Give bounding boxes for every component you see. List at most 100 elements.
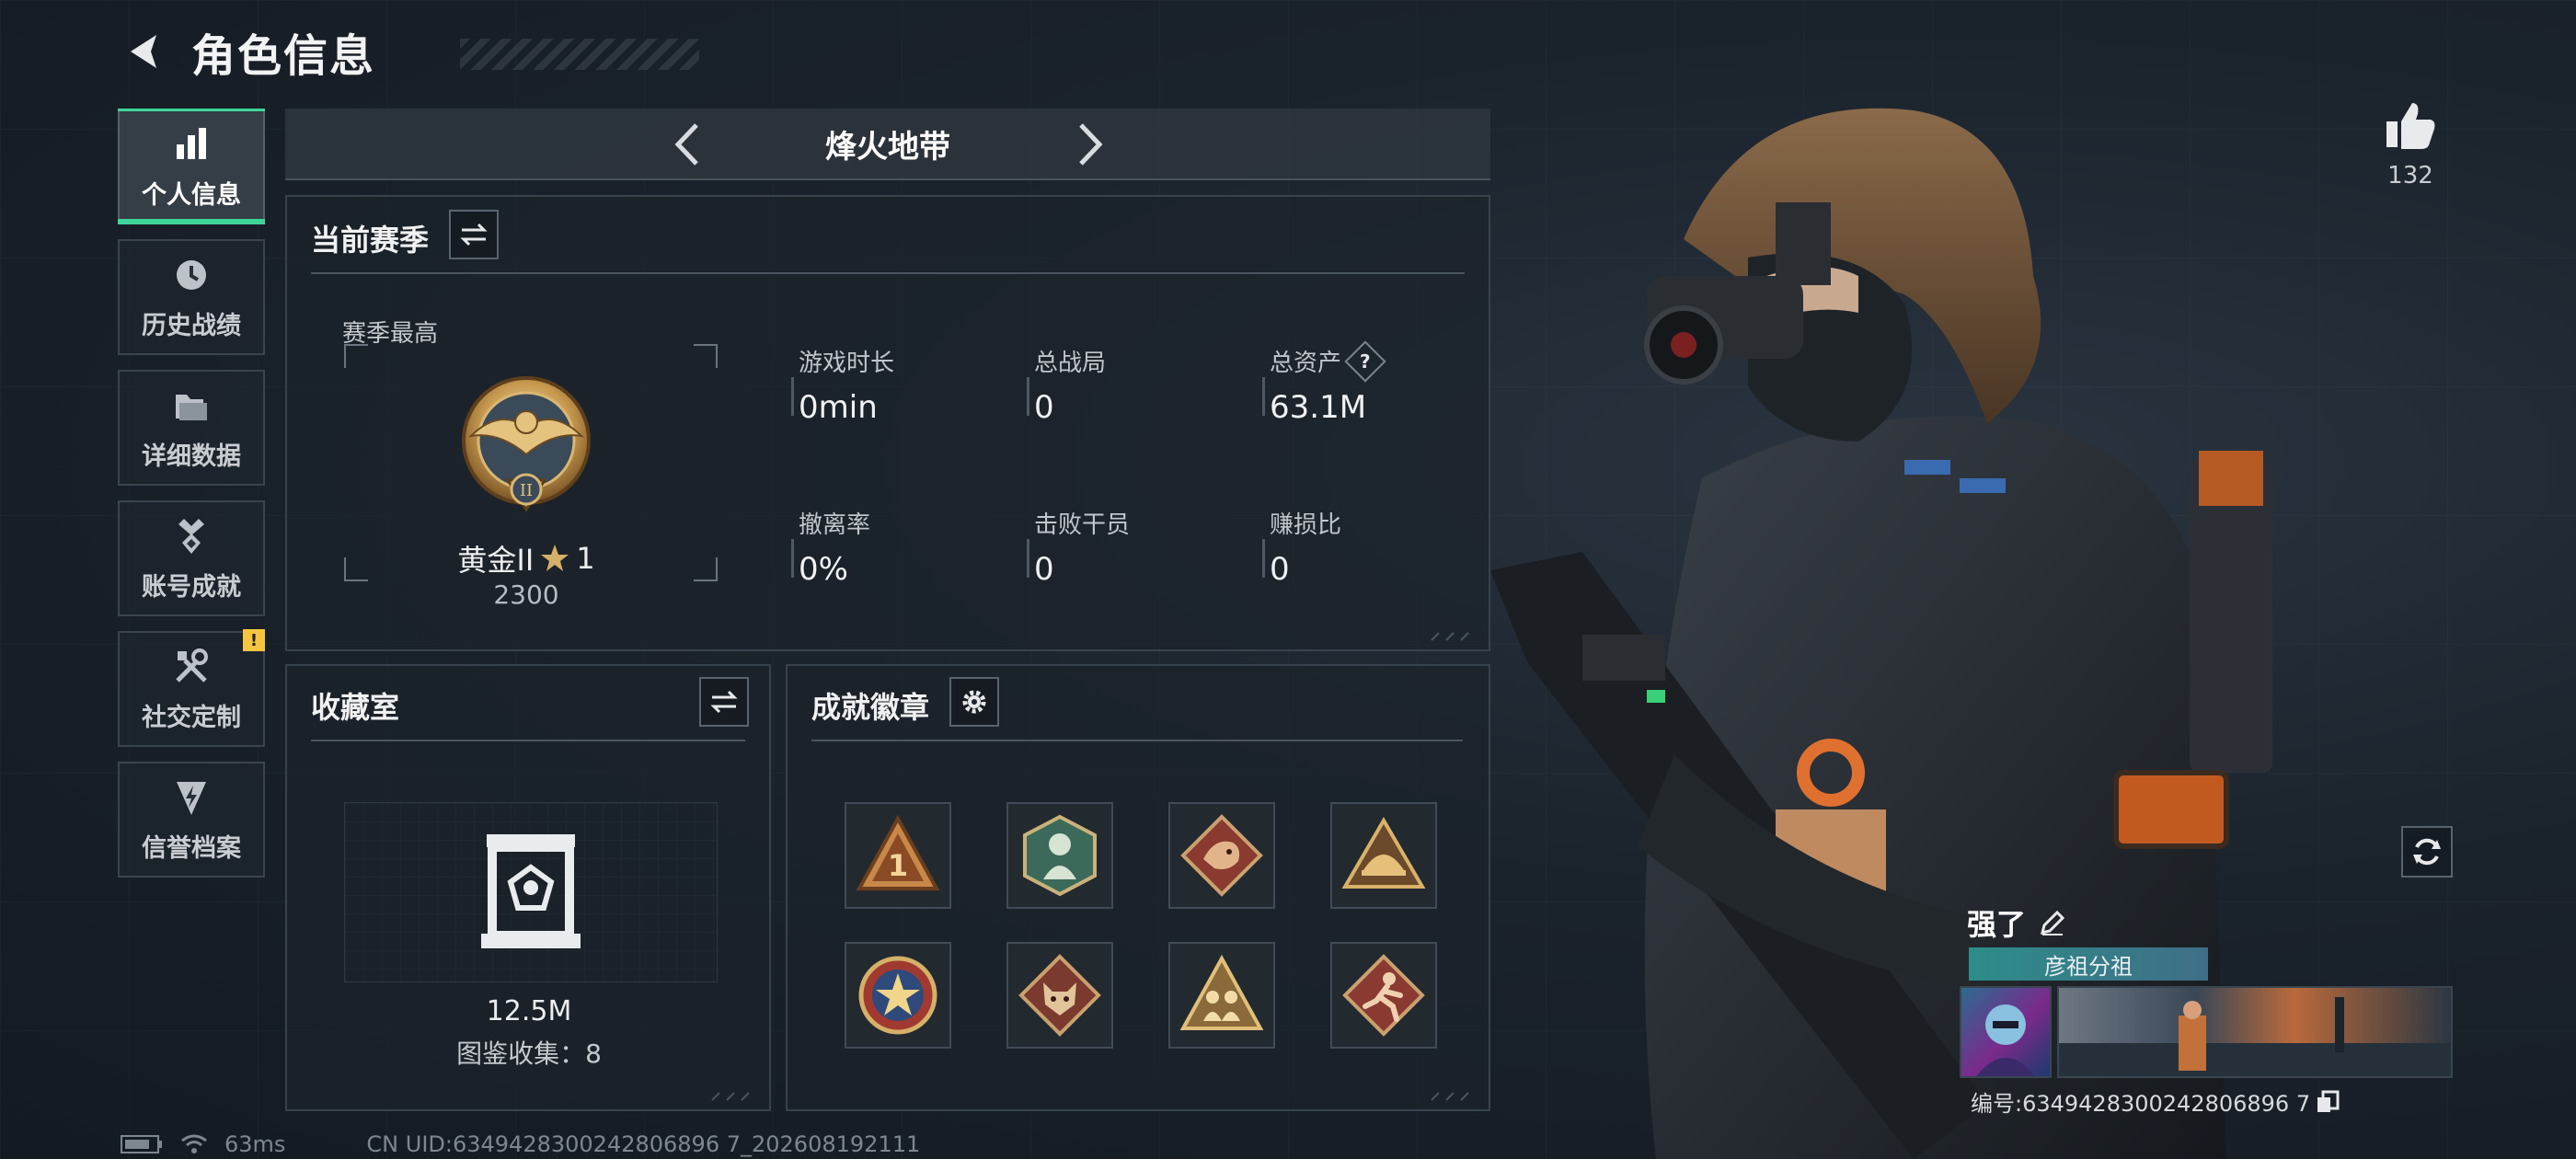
season-switch-button[interactable]: [449, 210, 499, 259]
stat-extract-rate: 撤离率 0%: [791, 506, 870, 588]
sidebar-item-label: 个人信息: [142, 180, 241, 210]
notification-badge: !: [243, 629, 265, 651]
stat-label: 游戏时长: [799, 350, 895, 377]
sidebar-item-label: 历史战绩: [142, 311, 241, 340]
back-button[interactable]: [120, 26, 171, 77]
like-count: 132: [2387, 162, 2433, 189]
cn-uid: CN UID:6349428300242806896 7_20260819211…: [366, 1131, 921, 1157]
svg-text:1: 1: [888, 848, 908, 883]
achievement-badge[interactable]: [845, 942, 951, 1049]
player-name: 强了: [1967, 901, 2066, 944]
achievements-settings-button[interactable]: [949, 677, 999, 727]
avatar-portrait: [1976, 1004, 2035, 1076]
divider: [811, 740, 1463, 741]
help-icon[interactable]: ?: [1344, 339, 1386, 383]
stat-play-time: 游戏时长 0min: [791, 344, 894, 426]
divider: [311, 272, 1465, 274]
sidebar-item-label: 详细数据: [142, 442, 241, 471]
back-arrow-icon: [131, 35, 156, 68]
achievement-badge[interactable]: [1330, 942, 1437, 1049]
ping-value: 63ms: [224, 1131, 286, 1157]
collection-switch-button[interactable]: [699, 677, 749, 727]
achievements-title: 成就徽章: [811, 690, 930, 725]
stat-total-matches: 总战局 0: [1027, 344, 1106, 426]
mode-prev-button[interactable]: [664, 121, 710, 167]
refresh-icon: [2413, 838, 2441, 866]
chevron-right-icon: [1079, 123, 1103, 166]
name-card-banner[interactable]: [2057, 986, 2453, 1078]
stat-label: 撤离率: [799, 511, 871, 539]
sidebar-item-label: 社交定制: [142, 703, 241, 732]
star-icon: [541, 545, 569, 571]
like-widget[interactable]: 132: [2374, 99, 2447, 189]
wifi-icon: [181, 1134, 207, 1153]
corner-decoration: [711, 1092, 750, 1101]
sidebar-item-history[interactable]: 历史战绩: [118, 239, 265, 355]
edit-pencil-icon[interactable]: [2039, 909, 2066, 936]
svg-text:II: II: [520, 481, 533, 500]
collection-title: 收藏室: [311, 690, 400, 725]
squad-badge-icon: [1179, 954, 1264, 1030]
collection-value: 12.5M: [486, 995, 572, 1027]
runner-badge-icon: [1342, 954, 1425, 1037]
soldier-badge-icon: [1023, 814, 1097, 897]
clock-icon: [170, 254, 213, 296]
sidebar-item-detail-data[interactable]: 详细数据: [118, 370, 265, 486]
avatar[interactable]: [1960, 986, 2052, 1078]
achievement-badge[interactable]: [1006, 942, 1113, 1049]
swap-icon: [460, 223, 488, 247]
stat-label: 击败干员: [1034, 511, 1131, 539]
stat-value: 0: [1034, 551, 1054, 588]
refresh-button[interactable]: [2401, 826, 2453, 878]
sidebar-item-label: 账号成就: [142, 572, 241, 602]
achievement-badge[interactable]: [1006, 802, 1113, 909]
sidebar-item-credit[interactable]: 信誉档案: [118, 762, 265, 878]
stat-value: 0: [1034, 389, 1054, 426]
stat-label: 赚损比: [1270, 511, 1342, 539]
mode-selector: 烽火地带: [285, 109, 1490, 180]
stat-label-text: 总资产: [1270, 350, 1342, 377]
sidebar-item-personal-info[interactable]: 个人信息: [118, 109, 265, 224]
folder-icon: [170, 384, 213, 427]
player-uid: 编号:6349428300242806896 7: [1971, 1085, 2340, 1118]
mode-name: 烽火地带: [825, 128, 950, 166]
achievement-badge[interactable]: [1330, 802, 1437, 909]
current-season-panel: 当前赛季 赛季最高 II 黄金II 1 2300 游戏时长 0min 总战局 0…: [285, 195, 1490, 651]
stat-profit-ratio: 赚损比 0: [1262, 506, 1341, 588]
player-name-text: 强了: [1967, 907, 2027, 942]
copy-icon[interactable]: [2316, 1090, 2340, 1114]
collection-count: 图鉴收集：8: [456, 1039, 602, 1069]
sidebar-item-social[interactable]: ! 社交定制: [118, 629, 265, 747]
help-icon-glyph: ?: [1360, 350, 1371, 373]
rank-one-badge-icon: 1: [856, 814, 940, 890]
shield-bolt-icon: [170, 776, 213, 819]
divider: [311, 740, 745, 741]
page-title: 角色信息: [191, 30, 376, 82]
display-case-icon: [481, 834, 581, 948]
achievement-badge[interactable]: [1168, 802, 1275, 909]
dragon-badge-icon: [1180, 814, 1263, 897]
player-uid-text: 编号:6349428300242806896 7: [1971, 1091, 2311, 1117]
rank-name: 黄金II 1: [407, 537, 646, 580]
player-title-tag[interactable]: 彦祖分祖: [1969, 947, 2208, 981]
stat-value: 0%: [799, 551, 848, 588]
achievement-badge[interactable]: 1: [845, 802, 951, 909]
helmet-badge-icon: [1341, 817, 1426, 889]
gold-rank-emblem-icon: II: [462, 376, 591, 512]
sidebar: 个人信息 历史战绩 详细数据 账号成就 ! 社交定制 信誉档案: [118, 109, 265, 892]
sidebar-item-label: 信誉档案: [142, 833, 241, 863]
sidebar-item-achievements[interactable]: 账号成就: [118, 500, 265, 616]
collection-display[interactable]: [344, 802, 718, 982]
stat-value: 0: [1270, 551, 1290, 588]
mode-next-button[interactable]: [1067, 121, 1113, 167]
stat-label: 总资产 ?: [1270, 339, 1386, 383]
star-emblem-badge-icon: [858, 956, 937, 1035]
stat-value: 63.1M: [1270, 389, 1367, 426]
chevron-left-icon: [674, 123, 698, 166]
rank-score: 2300: [493, 580, 559, 610]
achievement-badge[interactable]: [1168, 942, 1275, 1049]
title-decoration: [460, 39, 699, 70]
stat-total-assets: 总资产 ? 63.1M: [1262, 339, 1386, 426]
stat-label: 总战局: [1034, 350, 1107, 377]
medal-icon: [170, 515, 213, 557]
